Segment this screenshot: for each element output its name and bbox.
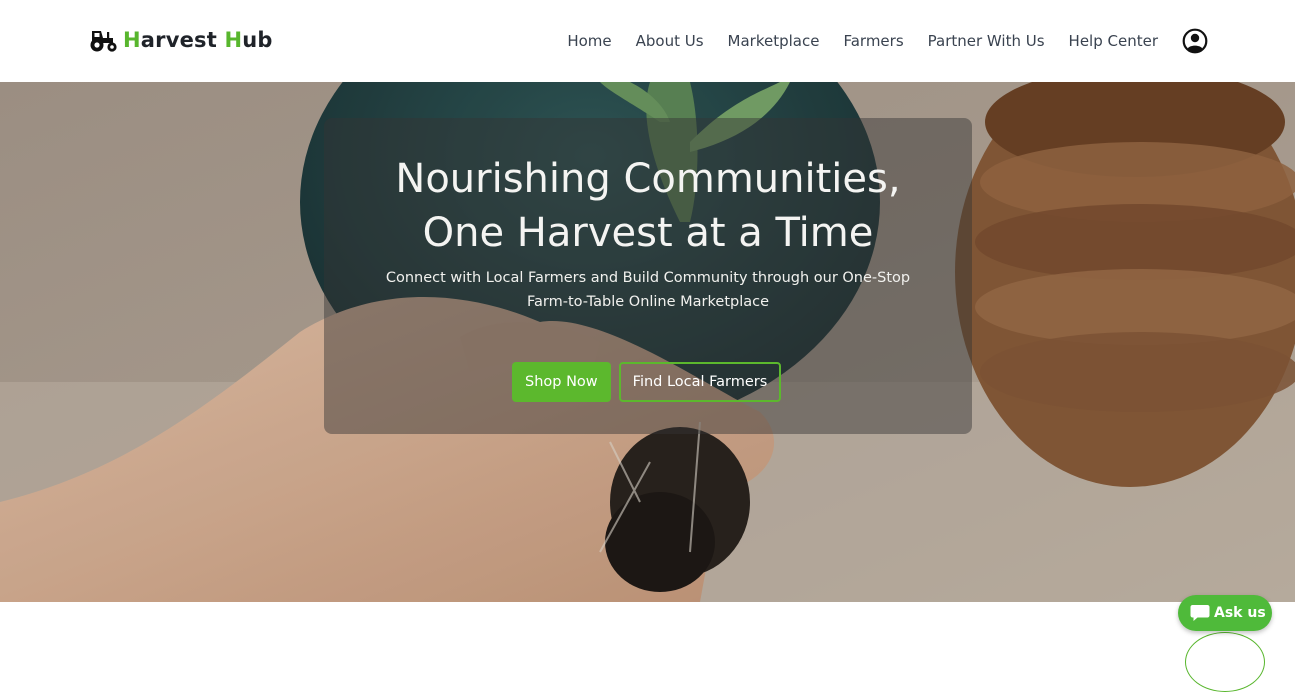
- nav-farmers[interactable]: Farmers: [843, 32, 903, 50]
- brand-logo[interactable]: Harvest Hub: [89, 26, 273, 54]
- hero-section: Nourishing Communities, One Harvest at a…: [0, 82, 1295, 602]
- main-nav: Home About Us Marketplace Farmers Partne…: [567, 0, 1295, 82]
- chat-bubble-icon: [1190, 605, 1210, 621]
- user-circle-icon[interactable]: [1182, 28, 1208, 54]
- nav-marketplace[interactable]: Marketplace: [728, 32, 820, 50]
- tractor-icon: [90, 31, 117, 52]
- brand-name: Harvest Hub: [123, 28, 273, 52]
- shop-now-button[interactable]: Shop Now: [512, 362, 611, 402]
- chat-widget-ring: [1185, 632, 1265, 692]
- nav-home[interactable]: Home: [567, 32, 611, 50]
- ask-us-button[interactable]: Ask us: [1178, 595, 1272, 631]
- nav-partner-with-us[interactable]: Partner With Us: [928, 32, 1045, 50]
- hero-title: Nourishing Communities, One Harvest at a…: [395, 156, 901, 256]
- find-local-farmers-button[interactable]: Find Local Farmers: [618, 362, 782, 402]
- site-header: Harvest Hub Home About Us Marketplace Fa…: [0, 0, 1295, 82]
- nav-help-center[interactable]: Help Center: [1069, 32, 1158, 50]
- hero-subtitle: Connect with Local Farmers and Build Com…: [385, 270, 911, 310]
- nav-about-us[interactable]: About Us: [636, 32, 704, 50]
- hero-card: Nourishing Communities, One Harvest at a…: [324, 118, 972, 434]
- ask-us-label: Ask us: [1214, 605, 1266, 621]
- hero-button-row: Shop Now Find Local Farmers: [512, 362, 782, 402]
